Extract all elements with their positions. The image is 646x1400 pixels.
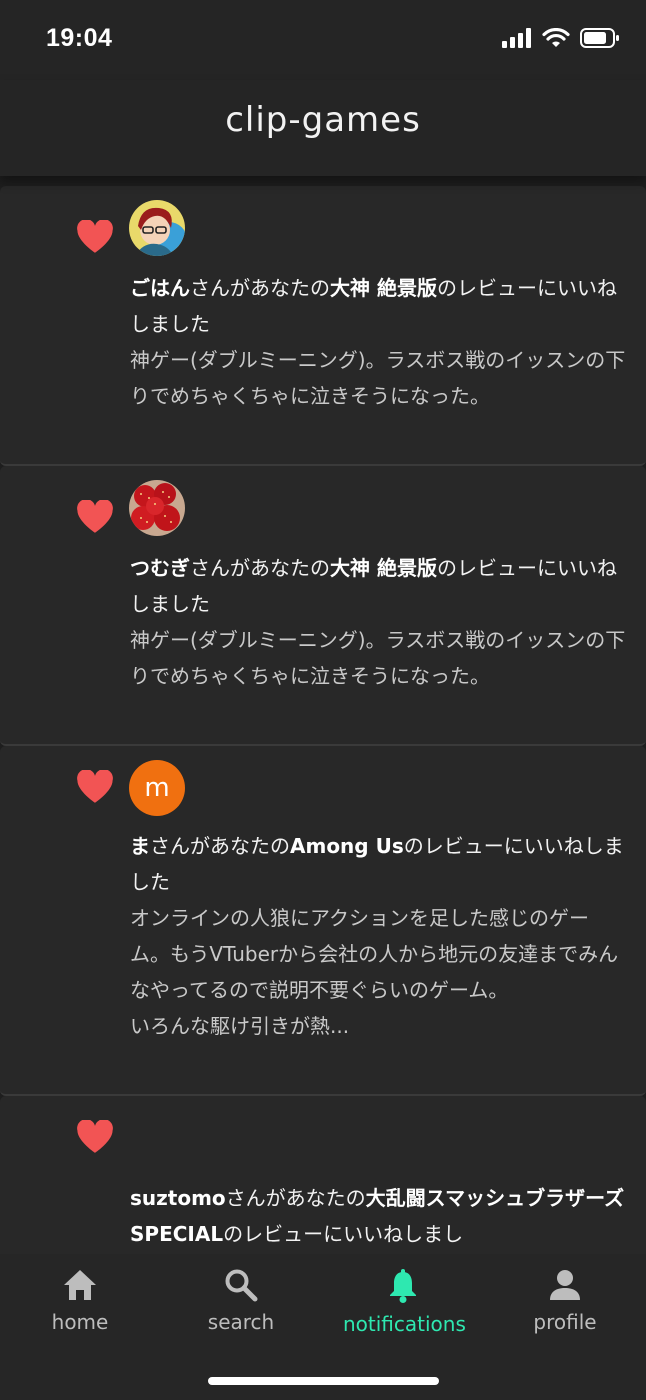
notification-item[interactable]: m まさんがあなたのAmong Usのレビューにいいねしました オンラインの人狼… bbox=[0, 746, 646, 1096]
app-header: clip-games bbox=[0, 80, 646, 176]
tab-profile-label: profile bbox=[533, 1310, 597, 1334]
tab-search[interactable]: search bbox=[181, 1268, 301, 1334]
review-excerpt: 神ゲー(ダブルミーニング)。ラスボス戦のイッスンの下りでめちゃくちゃに泣きそうに… bbox=[130, 348, 626, 408]
app-title: clip-games bbox=[225, 100, 421, 140]
notification-username: つむぎ bbox=[130, 556, 190, 580]
heart-icon bbox=[77, 1120, 113, 1153]
wifi-icon bbox=[542, 28, 570, 47]
tab-notifications-label: notifications bbox=[343, 1312, 466, 1336]
heart-icon bbox=[77, 220, 113, 253]
notification-feed[interactable]: ごはんさんがあなたの大神 絶景版のレビューにいいねしました 神ゲー(ダブルミーニ… bbox=[0, 176, 646, 1254]
message-text: さんがあなたの bbox=[150, 834, 290, 858]
message-text: さんがあなたの bbox=[190, 276, 330, 300]
notification-message: ごはんさんがあなたの大神 絶景版のレビューにいいねしました bbox=[130, 270, 628, 342]
review-excerpt: 神ゲー(ダブルミーニング)。ラスボス戦のイッスンの下りでめちゃくちゃに泣きそうに… bbox=[130, 628, 626, 688]
notification-item[interactable]: suztomoさんがあなたの大乱闘スマッシュブラザーズ SPECIALのレビュー… bbox=[0, 1096, 646, 1254]
notification-game-title: 大神 絶景版 bbox=[330, 276, 437, 300]
message-text: さんがあなたの bbox=[190, 556, 330, 580]
heart-icon bbox=[77, 770, 113, 803]
signal-icon bbox=[502, 28, 531, 48]
tab-home-label: home bbox=[51, 1310, 109, 1334]
review-excerpt: オンラインの人狼にアクションを足した感じのゲーム。もうVTuberから会社の人か… bbox=[130, 906, 619, 1038]
strawberry-avatar-icon bbox=[129, 480, 185, 536]
home-icon bbox=[64, 1270, 96, 1300]
status-icons bbox=[502, 28, 620, 48]
notification-username: ま bbox=[130, 834, 150, 858]
notification-message: suztomoさんがあなたの大乱闘スマッシュブラザーズ SPECIALのレビュー… bbox=[130, 1180, 628, 1252]
notification-message: まさんがあなたのAmong Usのレビューにいいねしました bbox=[130, 828, 628, 900]
anime-character-avatar-icon bbox=[129, 200, 185, 256]
notification-game-title: 大神 絶景版 bbox=[330, 556, 437, 580]
user-avatar[interactable]: m bbox=[129, 760, 185, 816]
tab-profile[interactable]: profile bbox=[505, 1268, 625, 1334]
heart-icon bbox=[77, 500, 113, 533]
search-icon bbox=[225, 1269, 258, 1302]
message-text: のレビューにいいねしまし bbox=[223, 1222, 464, 1246]
notification-item[interactable]: ごはんさんがあなたの大神 絶景版のレビューにいいねしました 神ゲー(ダブルミーニ… bbox=[0, 186, 646, 466]
home-indicator[interactable] bbox=[208, 1377, 439, 1385]
status-bar: 19:04 bbox=[0, 0, 646, 80]
notification-username: suztomo bbox=[130, 1186, 226, 1210]
notification-message: つむぎさんがあなたの大神 絶景版のレビューにいいねしました bbox=[130, 550, 628, 622]
notification-username: ごはん bbox=[130, 276, 190, 300]
battery-icon bbox=[580, 28, 619, 48]
user-avatar[interactable] bbox=[129, 200, 185, 256]
person-icon bbox=[550, 1270, 580, 1300]
notification-item[interactable]: つむぎさんがあなたの大神 絶景版のレビューにいいねしました 神ゲー(ダブルミーニ… bbox=[0, 466, 646, 746]
user-avatar[interactable] bbox=[129, 480, 185, 536]
tab-search-label: search bbox=[207, 1310, 275, 1334]
status-time: 19:04 bbox=[46, 24, 113, 52]
message-text: さんがあなたの bbox=[225, 1186, 366, 1210]
tab-home[interactable]: home bbox=[20, 1268, 140, 1334]
notification-game-title: Among Us bbox=[290, 834, 404, 858]
bell-icon bbox=[390, 1269, 416, 1303]
tab-notifications[interactable]: notifications bbox=[343, 1268, 466, 1336]
avatar-letter: m bbox=[144, 773, 170, 803]
